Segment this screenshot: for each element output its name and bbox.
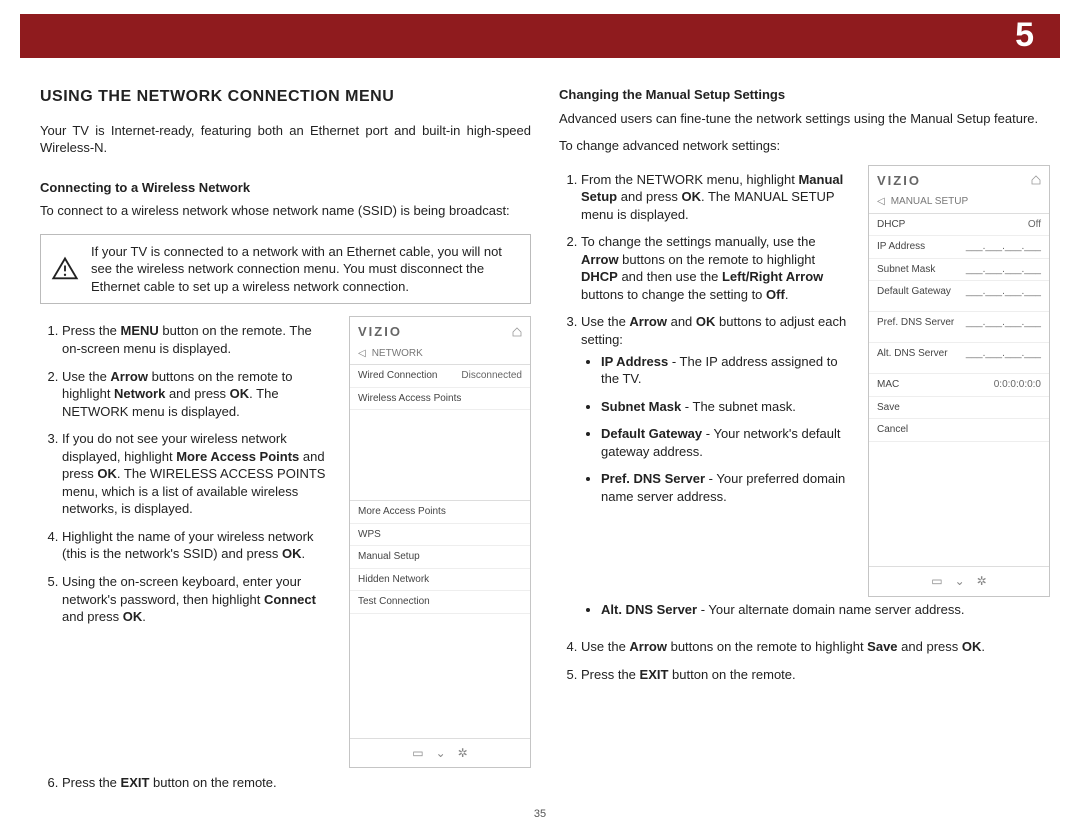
step-m3: Use the Arrow and OK buttons to adjust e… xyxy=(581,313,852,505)
manual-steps-cont: Use the Arrow buttons on the remote to h… xyxy=(559,638,1050,693)
warning-icon xyxy=(51,255,79,283)
osd-row: Alt. DNS Server___.___.___.___ xyxy=(869,343,1049,374)
osd-row: Wireless Access Points xyxy=(350,388,530,411)
osd-row: IP Address___.___.___.___ xyxy=(869,236,1049,259)
step-1: Press the MENU button on the remote. The… xyxy=(62,322,333,357)
osd-row: Save xyxy=(869,397,1049,420)
step-4: Highlight the name of your wireless netw… xyxy=(62,528,333,563)
osd-row: Cancel xyxy=(869,419,1049,442)
step-3: If you do not see your wireless network … xyxy=(62,430,333,518)
gear-icon: ✲ xyxy=(977,573,987,589)
wireless-lead: To connect to a wireless network whose n… xyxy=(40,202,531,220)
step-m1: From the NETWORK menu, highlight Manual … xyxy=(581,171,852,224)
step-m5: Press the EXIT button on the remote. xyxy=(581,666,1050,684)
step-5: Using the on-screen keyboard, enter your… xyxy=(62,573,333,626)
warning-box: If your TV is connected to a network wit… xyxy=(40,234,531,305)
step-m4: Use the Arrow buttons on the remote to h… xyxy=(581,638,1050,656)
wide-icon: ▭ xyxy=(931,573,942,589)
subheading-manual: Changing the Manual Setup Settings xyxy=(559,86,1050,104)
osd-brand: VIZIO xyxy=(358,323,402,341)
osd-manual-setup-panel: VIZIO ◁ MANUAL SETUP DHCPOff IP Address_… xyxy=(868,165,1050,597)
wide-icon: ▭ xyxy=(412,745,423,761)
chapter-number: 5 xyxy=(1015,13,1034,59)
gear-icon: ✲ xyxy=(458,745,468,761)
settings-list: IP Address - The IP address assigned to … xyxy=(581,353,852,506)
osd-row: WPS xyxy=(350,524,530,547)
left-column: USING THE NETWORK CONNECTION MENU Your T… xyxy=(40,76,531,816)
back-icon: ◁ xyxy=(358,347,366,361)
osd-bottom-bar: ▭ ⌄ ✲ xyxy=(350,738,530,767)
footer-page-number: 35 xyxy=(0,807,1080,822)
step-m2: To change the settings manually, use the… xyxy=(581,233,852,303)
list-item: Alt. DNS Server - Your alternate domain … xyxy=(601,601,1050,619)
osd-row: Manual Setup xyxy=(350,546,530,569)
wireless-steps-cont: Press the EXIT button on the remote. xyxy=(40,774,531,802)
osd-row: Pref. DNS Server___.___.___.___ xyxy=(869,312,1049,343)
osd-row: Wired ConnectionDisconnected xyxy=(350,365,530,388)
manual-steps: From the NETWORK menu, highlight Manual … xyxy=(559,171,852,506)
list-item: Pref. DNS Server - Your preferred domain… xyxy=(601,470,852,505)
osd-row: Default Gateway___.___.___.___ xyxy=(869,281,1049,312)
osd-subtitle: MANUAL SETUP xyxy=(891,195,968,209)
step-6: Press the EXIT button on the remote. xyxy=(62,774,531,792)
osd-row: Test Connection xyxy=(350,591,530,614)
chevron-down-icon: ⌄ xyxy=(955,573,965,589)
manual-intro: Advanced users can fine-tune the network… xyxy=(559,110,1050,128)
intro-text: Your TV is Internet-ready, featuring bot… xyxy=(40,122,531,157)
wireless-steps: Press the MENU button on the remote. The… xyxy=(40,322,333,625)
manual-lead: To change advanced network settings: xyxy=(559,137,1050,155)
chapter-banner: 5 xyxy=(20,14,1060,58)
osd-subtitle: NETWORK xyxy=(372,347,423,361)
list-item: Subnet Mask - The subnet mask. xyxy=(601,398,852,416)
osd-brand: VIZIO xyxy=(877,172,921,190)
warning-text: If your TV is connected to a network wit… xyxy=(91,243,520,296)
osd-network-panel: VIZIO ◁ NETWORK Wired ConnectionDisconne… xyxy=(349,316,531,768)
settings-list-cont: Alt. DNS Server - Your alternate domain … xyxy=(559,601,1050,629)
osd-row: More Access Points xyxy=(350,501,530,524)
back-icon: ◁ xyxy=(877,195,885,209)
home-icon xyxy=(512,327,522,337)
list-item: Default Gateway - Your network's default… xyxy=(601,425,852,460)
chevron-down-icon: ⌄ xyxy=(436,745,446,761)
osd-row: MAC0:0:0:0:0:0 xyxy=(869,374,1049,397)
osd-bottom-bar: ▭ ⌄ ✲ xyxy=(869,566,1049,595)
osd-row: DHCPOff xyxy=(869,214,1049,237)
right-column: Changing the Manual Setup Settings Advan… xyxy=(559,76,1050,816)
osd-row: Hidden Network xyxy=(350,569,530,592)
osd-row: Subnet Mask___.___.___.___ xyxy=(869,259,1049,282)
home-icon xyxy=(1031,175,1041,185)
step-2: Use the Arrow buttons on the remote to h… xyxy=(62,368,333,421)
list-item: IP Address - The IP address assigned to … xyxy=(601,353,852,388)
section-title: USING THE NETWORK CONNECTION MENU xyxy=(40,86,531,108)
subheading-wireless: Connecting to a Wireless Network xyxy=(40,179,531,197)
